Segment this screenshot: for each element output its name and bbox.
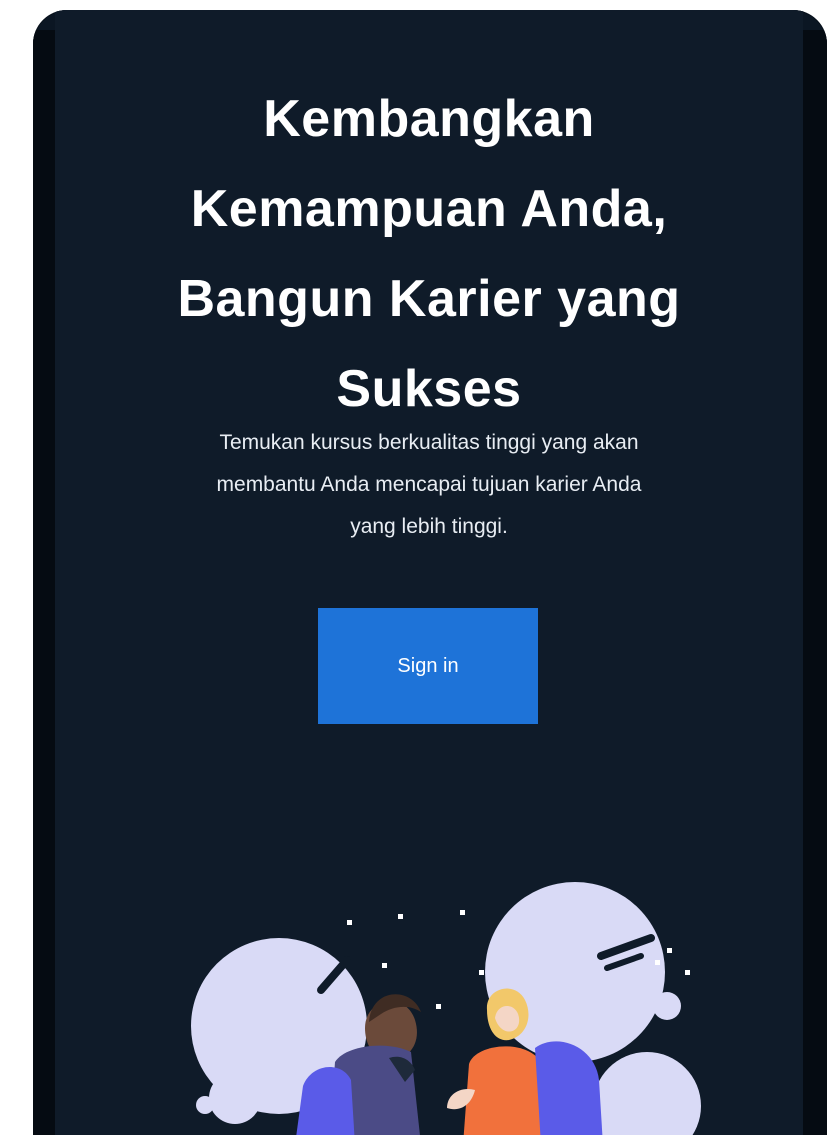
star-icon (667, 948, 672, 953)
illustration-blob (209, 1072, 261, 1124)
hero-subtitle-line: membantu Anda mencapai tujuan karier And… (216, 473, 642, 496)
hero-section: Kembangkan Kemampuan Anda, Bangun Karier… (55, 10, 803, 1135)
hero-subtitle: Temukan kursus berkualitas tinggi yang a… (125, 422, 733, 548)
illustration-dot (196, 1096, 214, 1114)
students-illustration (191, 882, 701, 1135)
star-icon (460, 910, 465, 915)
person-body (463, 1046, 547, 1135)
star-icon (382, 963, 387, 968)
sign-in-button[interactable]: Sign in (318, 608, 538, 724)
frame-left-edge (33, 30, 55, 1135)
hero-subtitle-line: Temukan kursus berkualitas tinggi yang a… (219, 431, 639, 454)
star-icon (655, 960, 660, 965)
star-icon (436, 1004, 441, 1009)
page-frame: Kembangkan Kemampuan Anda, Bangun Karier… (33, 10, 827, 1135)
frame-right-edge (803, 30, 827, 1135)
hero-subtitle-line: yang lebih tinggi. (350, 515, 508, 538)
hero-title-line: Kemampuan Anda, (190, 180, 668, 238)
star-icon (479, 970, 484, 975)
illustration-blob (593, 1052, 701, 1135)
hero-title-line: Kembangkan (263, 90, 595, 148)
hero-title: Kembangkan Kemampuan Anda, Bangun Karier… (55, 74, 803, 434)
star-icon (347, 920, 352, 925)
star-icon (685, 970, 690, 975)
hero-title-line: Bangun Karier yang (177, 270, 681, 328)
star-icon (398, 914, 403, 919)
illustration-dot (215, 1065, 225, 1075)
illustration-dot (653, 992, 681, 1020)
hero-title-line: Sukses (336, 360, 522, 418)
